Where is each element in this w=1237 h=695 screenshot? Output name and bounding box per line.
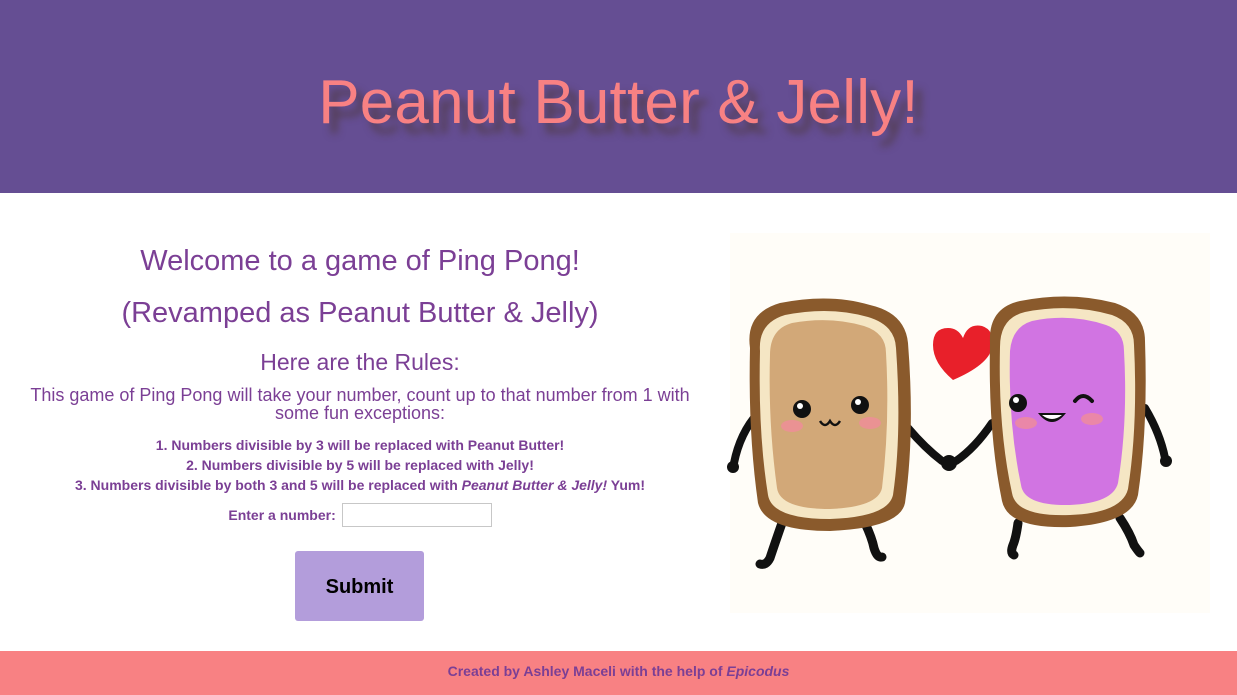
footer-epicodus-link[interactable]: Epicodus: [726, 663, 789, 679]
rule-item-1: 1. Numbers divisible by 3 will be replac…: [155, 437, 565, 453]
number-input[interactable]: [341, 503, 492, 527]
rules-heading: Here are the Rules:: [260, 349, 460, 375]
rule-item-3-prefix: 3. Numbers divisible by both 3 and 5 wil…: [74, 477, 462, 493]
welcome-heading: Welcome to a game of Ping Pong!: [140, 245, 580, 277]
footer-credit: Created by Ashley Maceli with the help o…: [447, 663, 727, 679]
pbj-toast-illustration: [727, 233, 1210, 613]
rules-list: 1. Numbers divisible by 3 will be replac…: [0, 435, 720, 495]
rule-item-3: 3. Numbers divisible by both 3 and 5 wil…: [0, 475, 720, 495]
header: Peanut Butter & Jelly!: [0, 0, 1237, 193]
site-title: Peanut Butter & Jelly!: [318, 68, 919, 137]
rule-item-3-suffix: Yum!: [607, 477, 645, 493]
number-label: Enter a number:: [228, 507, 336, 523]
rules-intro: This game of Ping Pong will take your nu…: [30, 385, 690, 423]
main-content: Welcome to a game of Ping Pong! (Revampe…: [0, 193, 1237, 651]
footer: Created by Ashley Maceli with the help o…: [0, 651, 1237, 695]
pbj-illustration: [720, 233, 1220, 613]
number-form: Enter a number:: [0, 503, 720, 527]
submit-button[interactable]: Submit: [295, 551, 424, 621]
revamped-heading: (Revamped as Peanut Butter & Jelly): [121, 297, 599, 329]
game-instructions: Welcome to a game of Ping Pong! (Revampe…: [0, 193, 720, 651]
rule-item-3-emphasis: Peanut Butter & Jelly!: [461, 477, 608, 493]
rule-item-2: 2. Numbers divisible by 5 will be replac…: [186, 457, 534, 473]
